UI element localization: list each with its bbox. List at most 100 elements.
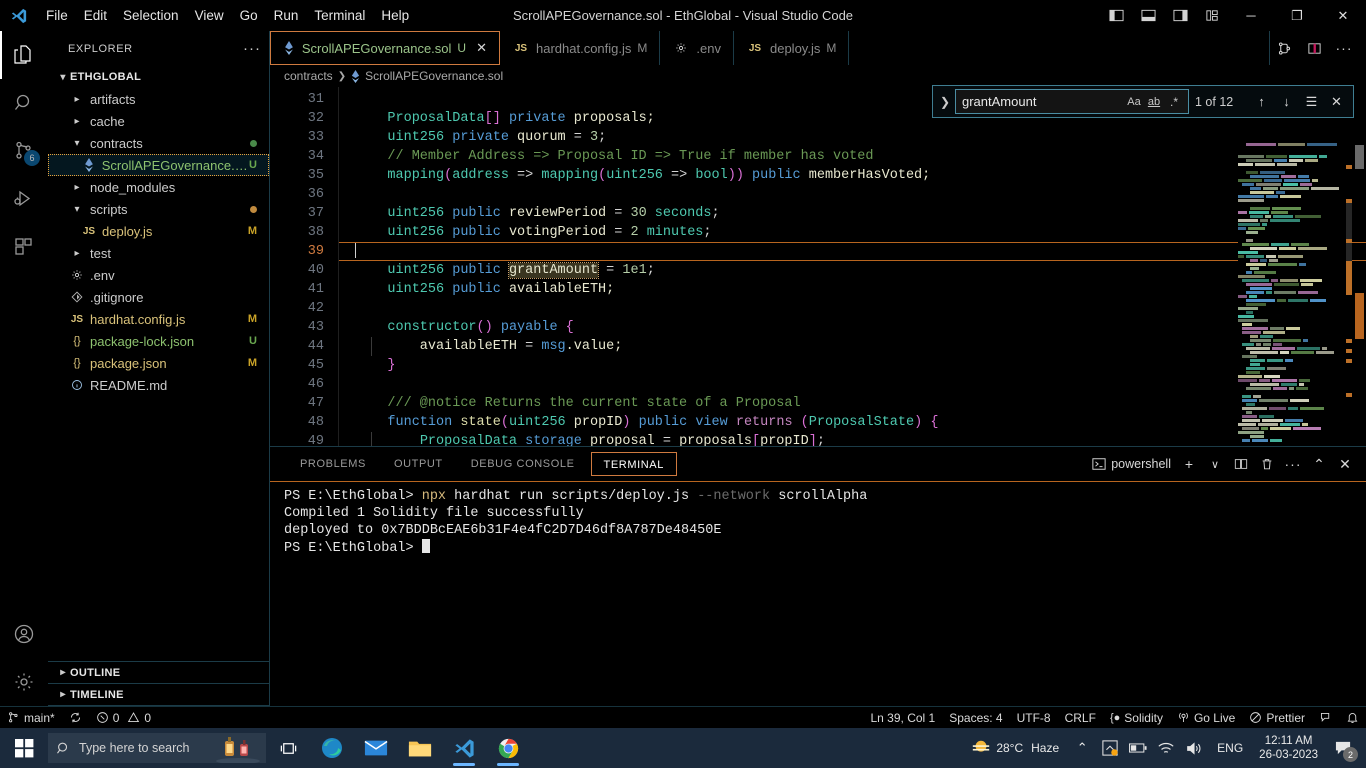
terminal-shell-label[interactable]: powershell bbox=[1089, 457, 1174, 471]
code-line[interactable]: function state(uint256 propID) public vi… bbox=[355, 413, 1366, 432]
status-encoding[interactable]: UTF-8 bbox=[1010, 707, 1058, 729]
code-line[interactable]: constructor() payable { bbox=[355, 318, 1366, 337]
breadcrumb-file[interactable]: ScrollAPEGovernance.sol bbox=[365, 69, 503, 83]
tree-file-scrollapegovernance-sol[interactable]: ScrollAPEGovernance.sol U bbox=[48, 154, 269, 176]
split-terminal-icon[interactable] bbox=[1230, 451, 1252, 477]
status-eol[interactable]: CRLF bbox=[1058, 707, 1103, 729]
status-sync[interactable] bbox=[62, 707, 89, 729]
status-editor-position[interactable]: Ln 39, Col 1 bbox=[864, 707, 943, 729]
code-line[interactable]: ProposalData storage proposal = proposal… bbox=[355, 432, 1366, 446]
editor-more-actions-icon[interactable]: ··· bbox=[1330, 31, 1358, 65]
explorer-more-actions-icon[interactable]: ··· bbox=[243, 40, 261, 57]
toggle-secondary-sidebar-icon[interactable] bbox=[1164, 0, 1196, 31]
show-hidden-icons-icon[interactable]: ⌃ bbox=[1069, 728, 1095, 768]
tree-file--gitignore[interactable]: .gitignore bbox=[48, 286, 269, 308]
activity-search[interactable] bbox=[0, 79, 48, 127]
activity-accounts[interactable] bbox=[0, 610, 48, 658]
code-line[interactable]: } bbox=[355, 356, 1366, 375]
editor-tab-bar[interactable]: ScrollAPEGovernance.sol U ✕ JS hardhat.confi… bbox=[270, 31, 1366, 65]
minimap[interactable] bbox=[1238, 143, 1352, 446]
code-line[interactable] bbox=[355, 299, 1366, 318]
find-widget[interactable]: ❯ grantAmount Aa ab .* 1 of 12 ↑ ↓ ☰ ✕ bbox=[932, 85, 1354, 118]
editor-tab-hardhat-config-js[interactable]: JS hardhat.config.js M bbox=[500, 31, 661, 65]
kill-terminal-icon[interactable] bbox=[1256, 451, 1278, 477]
menu-run[interactable]: Run bbox=[266, 0, 307, 31]
menu-bar[interactable]: File Edit Selection View Go Run Terminal… bbox=[38, 0, 417, 31]
customize-layout-icon[interactable] bbox=[1196, 0, 1228, 31]
code-line[interactable]: uint256 private quorum = 3; bbox=[355, 128, 1366, 147]
find-input[interactable]: grantAmount Aa ab .* bbox=[955, 89, 1189, 114]
taskbar-visual-studio-code[interactable] bbox=[442, 728, 486, 768]
terminal-output[interactable]: PS E:\EthGlobal> npx hardhat run scripts… bbox=[270, 482, 1366, 556]
maximize-button[interactable]: ❐ bbox=[1274, 0, 1320, 31]
match-case-icon[interactable]: Aa bbox=[1124, 96, 1144, 108]
menu-file[interactable]: File bbox=[38, 0, 76, 31]
menu-edit[interactable]: Edit bbox=[76, 0, 115, 31]
breadcrumb-folder[interactable]: contracts bbox=[284, 69, 333, 83]
tree-folder-artifacts[interactable]: ▸ artifacts bbox=[48, 88, 269, 110]
taskbar-task-view[interactable] bbox=[266, 728, 310, 768]
breadcrumb[interactable]: contracts ❯ ScrollAPEGovernance.sol bbox=[270, 65, 1366, 87]
code-line[interactable]: uint256 public votingPeriod = 2 minutes; bbox=[355, 223, 1366, 242]
taskbar-google-chrome[interactable] bbox=[486, 728, 530, 768]
status-feedback[interactable] bbox=[1312, 707, 1339, 729]
code-line[interactable]: uint256 public grantAmount = 1e1; bbox=[355, 261, 1366, 280]
code-line[interactable] bbox=[355, 185, 1366, 204]
tree-file-readme-md[interactable]: README.md bbox=[48, 374, 269, 396]
code-content[interactable]: ProposalData[] private proposals; uint25… bbox=[338, 87, 1366, 446]
menu-terminal[interactable]: Terminal bbox=[306, 0, 373, 31]
previous-match-icon[interactable]: ↑ bbox=[1249, 94, 1274, 109]
windows-start-icon[interactable] bbox=[0, 728, 48, 768]
wifi-icon[interactable] bbox=[1153, 728, 1179, 768]
tree-folder-cache[interactable]: ▸ cache bbox=[48, 110, 269, 132]
status-language-mode[interactable]: {● Solidity bbox=[1103, 707, 1170, 729]
split-editor-icon[interactable] bbox=[1300, 31, 1328, 65]
close-button[interactable]: ✕ bbox=[1320, 0, 1366, 31]
file-tree[interactable]: ▸ artifacts ▸ cache ▾ contracts ScrollAPEGover… bbox=[48, 88, 269, 661]
panel-tab-terminal[interactable]: TERMINAL bbox=[590, 452, 677, 476]
code-line[interactable] bbox=[355, 375, 1366, 394]
match-whole-word-icon[interactable]: ab bbox=[1144, 96, 1164, 108]
input-language[interactable]: ENG bbox=[1209, 741, 1251, 755]
taskbar-file-explorer[interactable] bbox=[398, 728, 442, 768]
taskbar-clock[interactable]: 12:11 AM 26-03-2023 bbox=[1253, 734, 1324, 762]
editor-tab-scrollapegovernance-sol[interactable]: ScrollAPEGovernance.sol U ✕ bbox=[270, 31, 500, 65]
activity-run-and-debug[interactable] bbox=[0, 175, 48, 223]
status-problems[interactable]: 0 0 bbox=[89, 707, 158, 729]
toggle-panel-icon[interactable] bbox=[1132, 0, 1164, 31]
section-outline[interactable]: ▸ OUTLINE bbox=[48, 662, 269, 684]
weather-temp[interactable]: 28°C bbox=[996, 741, 1023, 755]
split-editor-right-icon[interactable] bbox=[1270, 31, 1298, 65]
menu-selection[interactable]: Selection bbox=[115, 0, 187, 31]
editor-scrollbar[interactable] bbox=[1355, 143, 1365, 446]
code-line[interactable]: availableETH = msg.value; bbox=[355, 337, 1366, 356]
terminal-dropdown-icon[interactable]: ∨ bbox=[1204, 451, 1226, 477]
workspace-root-row[interactable]: ▾ ETHGLOBAL bbox=[48, 66, 269, 88]
maximize-panel-icon[interactable]: ⌃ bbox=[1308, 451, 1330, 477]
panel-tab-problems[interactable]: PROBLEMS bbox=[288, 452, 378, 476]
section-timeline[interactable]: ▸ TIMELINE bbox=[48, 684, 269, 706]
editor-tab--env[interactable]: .env bbox=[660, 31, 734, 65]
close-tab-icon[interactable]: ✕ bbox=[476, 40, 487, 56]
weather-desc[interactable]: Haze bbox=[1031, 741, 1059, 755]
close-panel-icon[interactable]: ✕ bbox=[1334, 451, 1356, 477]
next-match-icon[interactable]: ↓ bbox=[1274, 94, 1299, 109]
close-find-icon[interactable]: ✕ bbox=[1324, 94, 1349, 110]
tree-file-deploy-js[interactable]: JS deploy.js M bbox=[48, 220, 269, 242]
taskbar-mail[interactable] bbox=[354, 728, 398, 768]
code-editor[interactable]: 31 32 33 34 35 36 37 38 39 40 41 42 43 44 45 46 47 48 49 P… bbox=[270, 87, 1366, 446]
battery-icon[interactable] bbox=[1125, 728, 1151, 768]
code-line[interactable]: // Member Address => Proposal ID => True… bbox=[355, 147, 1366, 166]
activity-extensions[interactable] bbox=[0, 223, 48, 271]
status-prettier[interactable]: Prettier bbox=[1242, 707, 1312, 729]
notification-center-button[interactable]: 2 bbox=[1326, 728, 1360, 768]
menu-help[interactable]: Help bbox=[373, 0, 417, 31]
find-input-value[interactable]: grantAmount bbox=[962, 94, 1124, 109]
tree-file-hardhat-config-js[interactable]: JS hardhat.config.js M bbox=[48, 308, 269, 330]
volume-icon[interactable] bbox=[1181, 728, 1207, 768]
status-indentation[interactable]: Spaces: 4 bbox=[942, 707, 1009, 729]
editor-tab-deploy-js[interactable]: JS deploy.js M bbox=[733, 31, 850, 65]
activity-explorer[interactable] bbox=[0, 31, 48, 79]
use-regex-icon[interactable]: .* bbox=[1164, 95, 1184, 109]
status-branch[interactable]: main* bbox=[0, 707, 62, 729]
